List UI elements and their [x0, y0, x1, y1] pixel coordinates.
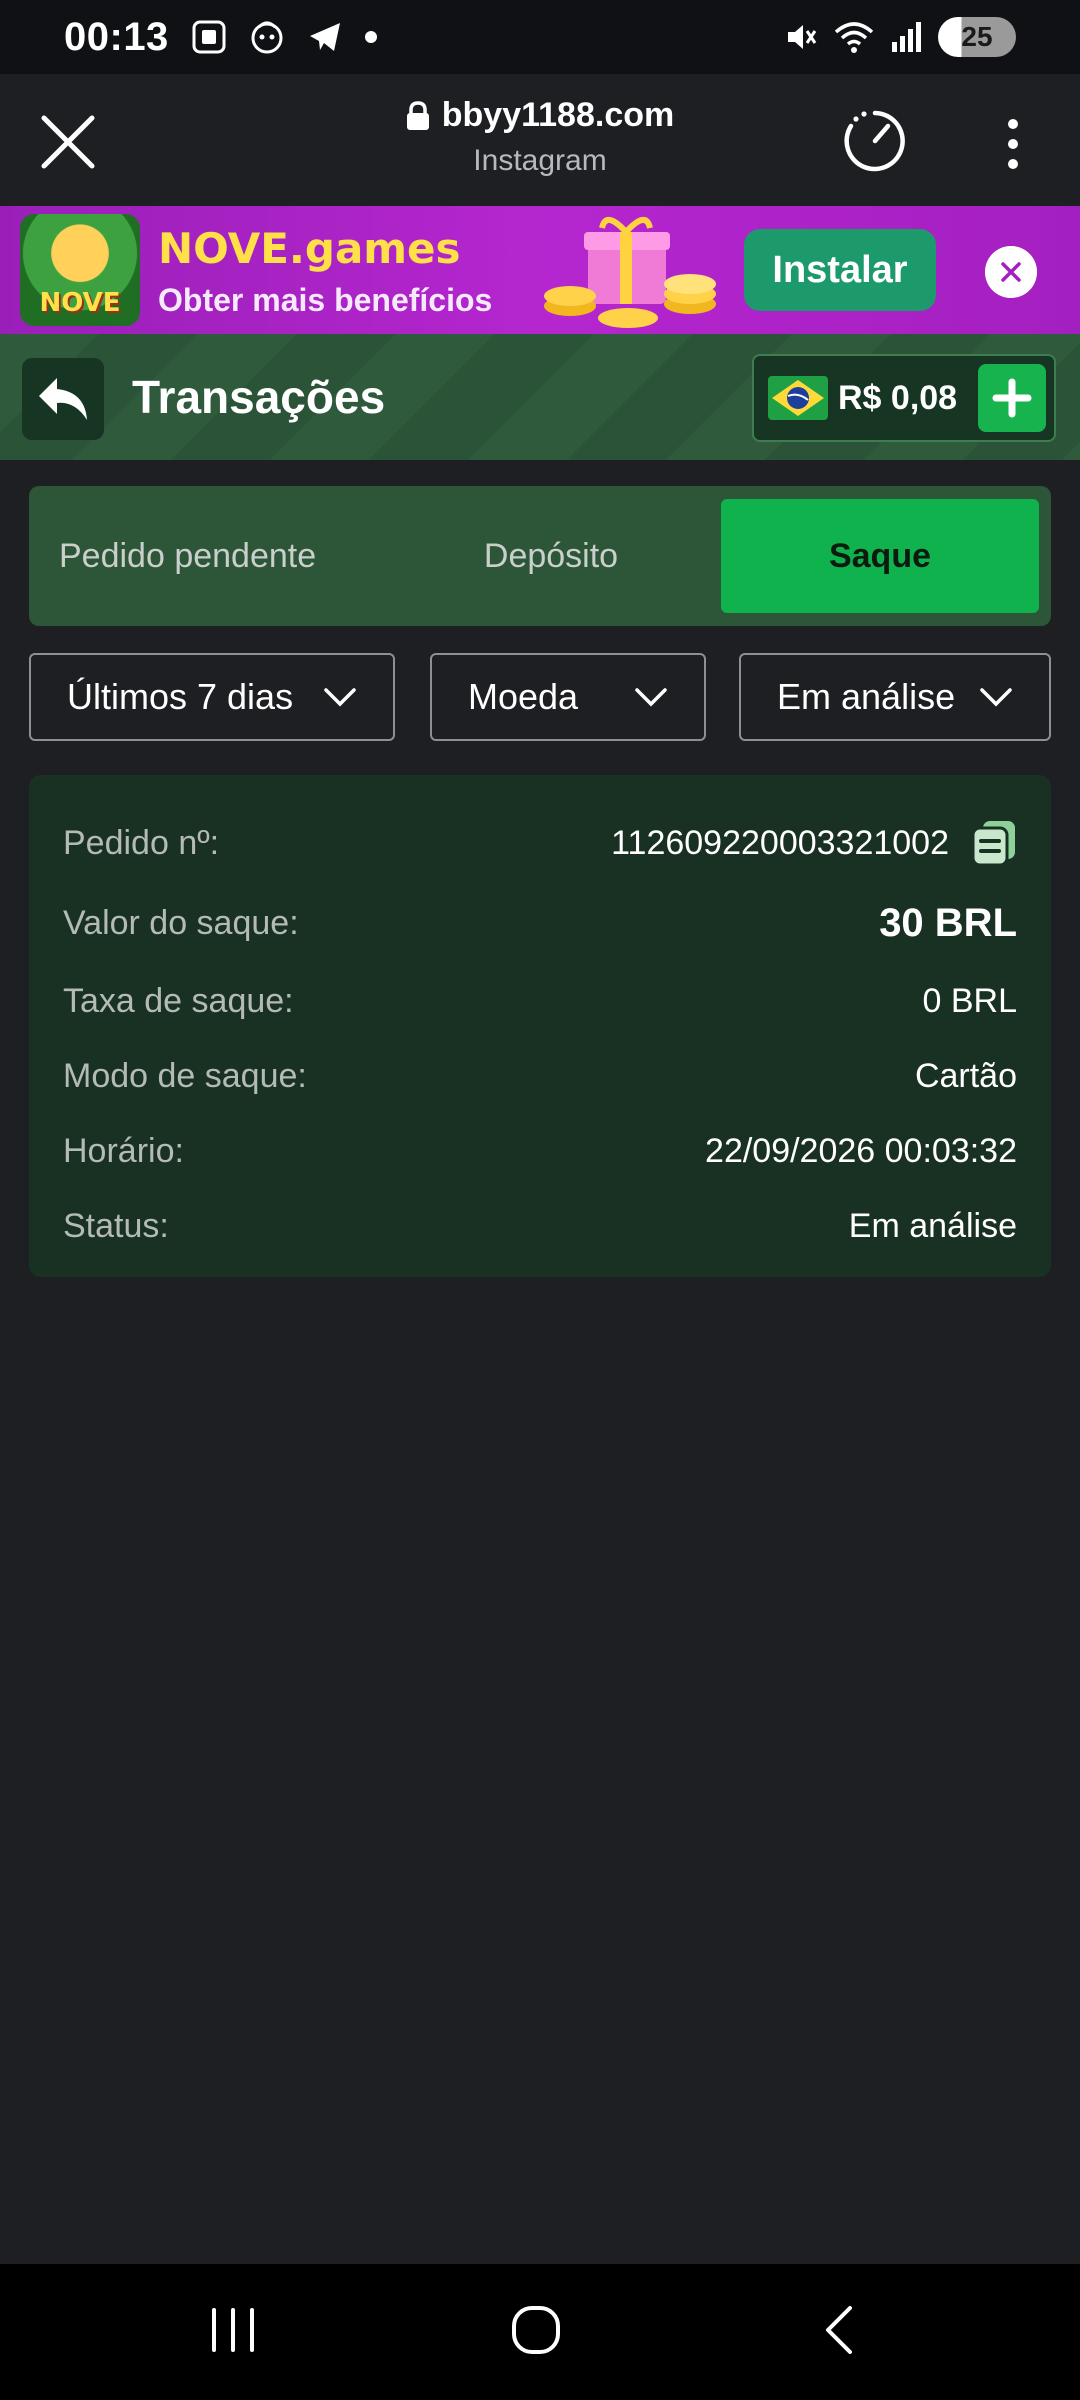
battery-icon: 25 [938, 17, 1016, 57]
withdrawal-amount-row: Valor do saque: 30 BRL [63, 891, 1017, 955]
back-button[interactable] [22, 358, 104, 440]
ad-banner[interactable]: NOVE NOVE.games Obter mais benefícios In… [0, 206, 1080, 334]
tab-pending-order[interactable]: Pedido pendente [41, 499, 381, 613]
notification-dot-icon [364, 31, 377, 43]
withdrawal-fee-label: Taxa de saque: [63, 981, 294, 1020]
withdrawal-amount-label: Valor do saque: [63, 903, 299, 942]
order-number-value: 112609220003321002 [611, 823, 949, 862]
status-bar: 00:13 25 [0, 0, 1080, 74]
brazil-flag-icon [768, 376, 828, 420]
recent-apps-icon[interactable] [208, 2304, 258, 2356]
telegram-icon [309, 23, 340, 51]
status-value: Em análise [848, 1206, 1017, 1245]
nove-games-logo: NOVE [20, 214, 140, 326]
install-button[interactable]: Instalar [744, 229, 936, 311]
withdrawal-fee-value: 0 BRL [922, 981, 1018, 1020]
currency-filter-label: Moeda [468, 676, 579, 717]
copy-icon[interactable] [971, 819, 1017, 867]
signal-icon [892, 22, 921, 52]
period-filter-label: Últimos 7 dias [67, 676, 294, 717]
browser-bar: bbyy1188.com Instagram [0, 74, 1080, 206]
more-options-icon[interactable] [1000, 114, 1026, 174]
tab-withdrawal[interactable]: Saque [721, 499, 1039, 613]
plus-icon [992, 378, 1032, 418]
chevron-down-icon [980, 688, 1012, 707]
address-area[interactable]: bbyy1188.com Instagram [0, 96, 1080, 178]
url-text: bbyy1188.com [441, 96, 675, 134]
order-number-label: Pedido nº: [63, 823, 220, 862]
transaction-card: Pedido nº: 112609220003321002 Valor do s… [29, 775, 1051, 1277]
status-time: 00:13 [64, 14, 169, 59]
balance-amount: R$ 0,08 [838, 378, 958, 417]
home-icon[interactable] [510, 2304, 562, 2356]
time-value: 22/09/2026 00:03:32 [705, 1131, 1017, 1170]
time-label: Horário: [63, 1131, 184, 1170]
withdrawal-mode-label: Modo de saque: [63, 1056, 307, 1095]
status-filter-label: Em análise [777, 676, 956, 717]
withdrawal-mode-row: Modo de saque: Cartão [63, 1044, 1017, 1108]
chevron-down-icon [635, 688, 667, 707]
status-label: Status: [63, 1206, 169, 1245]
status-row: Status: Em análise [63, 1194, 1017, 1258]
face-icon [251, 21, 283, 54]
app-source-text: Instagram [473, 143, 607, 177]
lock-icon [406, 100, 429, 130]
status-filter-dropdown[interactable]: Em análise [739, 653, 1051, 741]
add-funds-button[interactable] [978, 364, 1046, 432]
mute-icon [788, 25, 817, 49]
page-header: Transações R$ 0,08 [0, 334, 1080, 460]
ad-close-icon[interactable] [985, 246, 1037, 298]
wifi-icon [834, 22, 874, 53]
chevron-down-icon [324, 688, 356, 707]
period-filter-dropdown[interactable]: Últimos 7 dias [29, 653, 395, 741]
gift-coins-icon [544, 217, 716, 328]
timer-icon[interactable] [842, 108, 908, 174]
withdrawal-fee-row: Taxa de saque: 0 BRL [63, 969, 1017, 1033]
back-nav-icon[interactable] [820, 2304, 860, 2356]
balance-widget[interactable]: R$ 0,08 [752, 354, 1056, 442]
tab-deposit[interactable]: Depósito [381, 499, 721, 613]
system-nav-bar [0, 2264, 1080, 2400]
time-row: Horário: 22/09/2026 00:03:32 [63, 1119, 1017, 1183]
withdrawal-amount-value: 30 BRL [879, 900, 1017, 945]
currency-filter-dropdown[interactable]: Moeda [430, 653, 706, 741]
transaction-type-tabs: Pedido pendente Depósito Saque [29, 486, 1051, 626]
screenshot-icon [192, 20, 226, 54]
ad-subtitle: Obter mais benefícios [158, 282, 493, 318]
back-arrow-icon [39, 378, 87, 420]
order-number-row: Pedido nº: 112609220003321002 [63, 811, 1017, 875]
withdrawal-mode-value: Cartão [914, 1056, 1017, 1095]
ad-title: NOVE.games [158, 224, 461, 273]
page-title: Transações [132, 371, 386, 423]
